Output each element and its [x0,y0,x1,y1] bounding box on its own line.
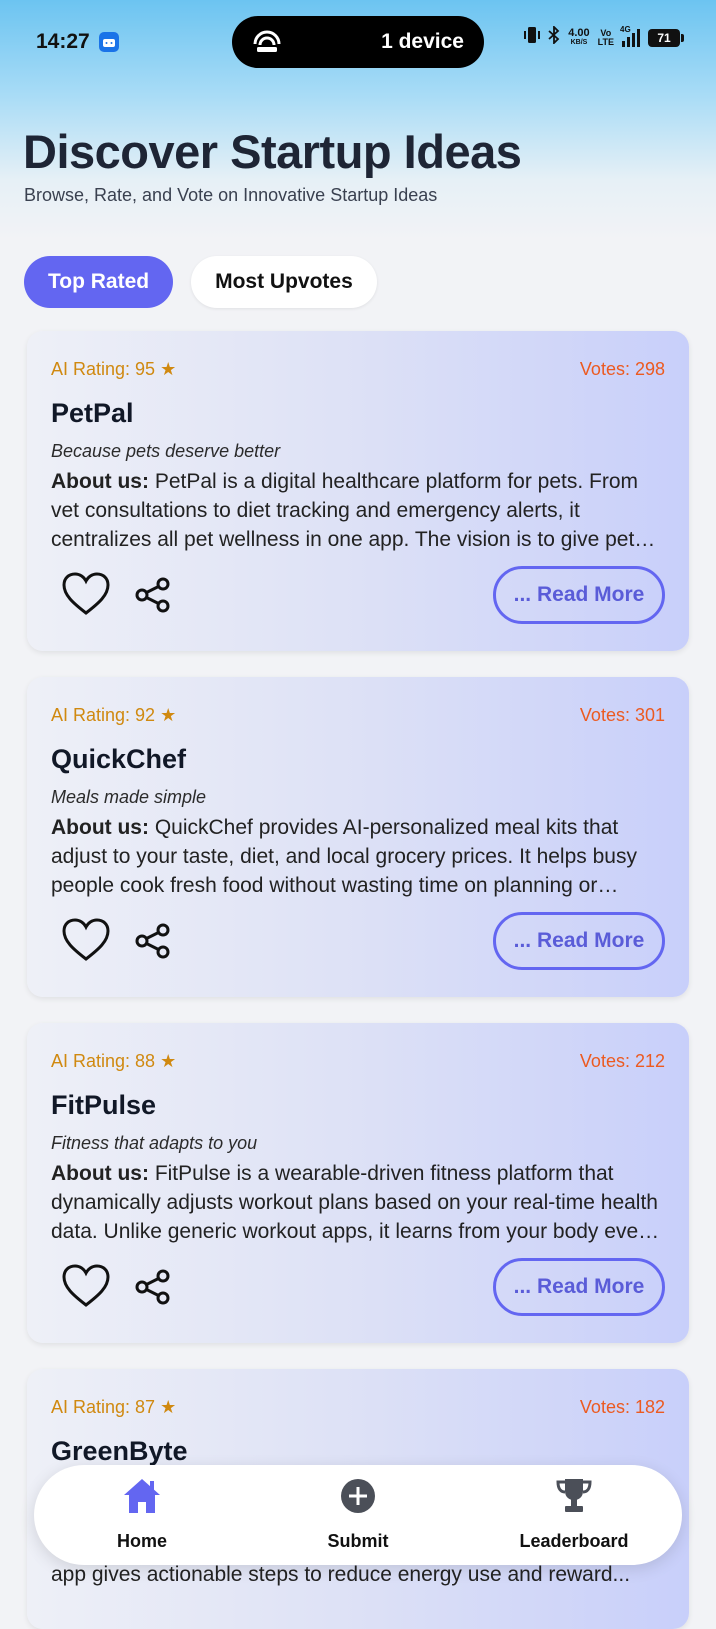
home-icon [121,1475,163,1517]
sort-tabs: Top Rated Most Upvotes [24,256,377,308]
vote-count: Votes: 212 [579,1051,665,1071]
hotspot-icon [252,30,282,59]
volte-indicator: Vo LTE [597,28,614,47]
battery-level: 71 [657,30,671,45]
idea-tagline: Fitness that adapts to you [51,1133,258,1153]
ai-rating: AI Rating: 92 ★ [51,705,177,725]
read-more-button[interactable]: ... Read More [493,566,665,624]
signal-icon: 4G [620,25,640,47]
nav-home[interactable]: Home [72,1475,212,1559]
idea-card[interactable]: AI Rating: 88 ★ Votes: 212 FitPulse Fitn… [27,1023,689,1343]
vote-count: Votes: 182 [579,1397,665,1417]
heart-icon[interactable] [61,1263,111,1309]
battery-icon: 71 [648,28,684,47]
heart-icon[interactable] [61,571,111,617]
tab-top-rated[interactable]: Top Rated [24,256,174,308]
bluetooth-icon [548,24,560,49]
nav-leaderboard[interactable]: Leaderboard [504,1475,644,1559]
nav-home-label: Home [116,1531,167,1551]
network-type: 4G [620,24,631,34]
nav-leaderboard-label: Leaderboard [519,1531,629,1551]
vote-count: Votes: 298 [579,359,665,379]
idea-card[interactable]: AI Rating: 92 ★ Votes: 301 QuickChef Mea… [27,677,689,997]
hotspot-device-count: 1 device [381,30,464,53]
about-text: app gives actionable steps to reduce ene… [51,1563,631,1586]
app-notification-icon [99,32,119,52]
page-subtitle: Browse, Rate, and Vote on Innovative Sta… [24,185,438,205]
share-icon[interactable] [134,576,172,614]
system-icons: 4.00 KB/S Vo LTE 4G 71 [524,24,684,49]
bottom-navigation: Home Submit Leaderboard [34,1465,682,1565]
vote-count: Votes: 301 [579,705,665,725]
volte-bottom: LTE [597,36,614,47]
status-bar: 14:27 1 device 4.00 KB/S Vo LTE 4G 71 [0,0,716,84]
about-label: About us: [51,816,149,839]
idea-tagline: Meals made simple [51,787,207,807]
share-icon[interactable] [134,1268,172,1306]
read-more-button[interactable]: ... Read More [493,912,665,970]
idea-description: About us: PetPal is a digital healthcare… [51,467,663,554]
ai-rating: AI Rating: 87 ★ [51,1397,177,1417]
ai-rating: AI Rating: 95 ★ [51,359,177,379]
idea-description: About us: QuickChef provides AI-personal… [51,813,663,900]
idea-description: About us: FitPulse is a wearable-driven … [51,1159,663,1246]
share-icon[interactable] [134,922,172,960]
about-label: About us: [51,470,149,493]
idea-tagline: Because pets deserve better [51,441,281,461]
read-more-button[interactable]: ... Read More [493,1258,665,1316]
idea-name: GreenByte [51,1436,188,1466]
plus-circle-icon [337,1475,379,1517]
heart-icon[interactable] [61,917,111,963]
about-label: About us: [51,1162,149,1185]
idea-name: FitPulse [51,1090,157,1120]
nav-submit[interactable]: Submit [288,1475,428,1559]
nav-submit-label: Submit [327,1531,389,1551]
page-title: Discover Startup Ideas [23,125,522,178]
vibrate-icon [524,26,541,49]
idea-name: PetPal [51,398,134,428]
network-speed: 4.00 KB/S [568,28,589,47]
trophy-icon [553,1475,595,1517]
network-speed-unit: KB/S [570,39,588,46]
network-speed-value: 4.00 [568,27,590,39]
ai-rating: AI Rating: 88 ★ [51,1051,177,1071]
tab-most-upvotes[interactable]: Most Upvotes [191,256,377,308]
status-time: 14:27 [36,30,90,53]
idea-name: QuickChef [51,744,187,774]
idea-card[interactable]: AI Rating: 95 ★ Votes: 298 PetPal Becaus… [27,331,689,651]
hotspot-pill[interactable]: 1 device [232,16,484,68]
